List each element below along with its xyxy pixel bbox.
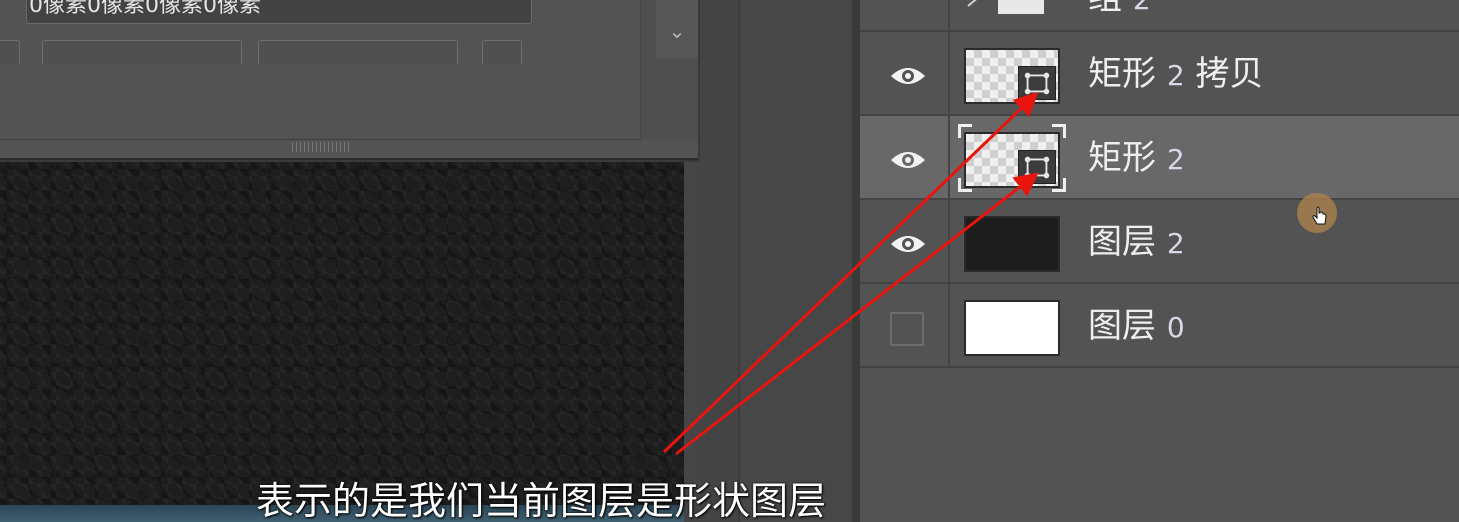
- eye-icon[interactable]: [890, 234, 926, 254]
- layer-name-suffix: 拷贝: [1195, 54, 1264, 94]
- layer-name-text: 图层: [1088, 306, 1156, 346]
- group-expand-chevron-icon[interactable]: [966, 0, 986, 8]
- corner-radius-field[interactable]: 0像素0像素0像素0像素: [26, 0, 532, 24]
- workspace-gap: [700, 0, 738, 522]
- layer-name[interactable]: 组 2: [1088, 0, 1151, 20]
- shape-layer-icon: [1018, 66, 1056, 100]
- layer-row[interactable]: 矩形 2 拷贝: [860, 32, 1459, 116]
- visibility-column[interactable]: [860, 32, 950, 114]
- layer-name-text: 图层: [1088, 222, 1156, 262]
- layer-name-text: 矩形: [1088, 138, 1156, 178]
- layer-thumbnail[interactable]: [964, 48, 1060, 104]
- layer-number: 2: [1166, 227, 1185, 260]
- property-input-1[interactable]: [42, 40, 242, 64]
- panel-resize-grip[interactable]: [292, 142, 352, 152]
- scroll-down-chevron-icon[interactable]: ⌄: [656, 0, 698, 58]
- eye-icon[interactable]: [890, 66, 926, 86]
- layer-number: 2: [1133, 0, 1151, 16]
- layers-empty-area[interactable]: [860, 368, 1459, 522]
- property-input-partial[interactable]: [0, 40, 20, 64]
- property-input-2[interactable]: [258, 40, 458, 64]
- visibility-toggle-off[interactable]: [890, 312, 924, 346]
- shape-layer-icon: [1018, 150, 1056, 184]
- layer-number: 0: [1166, 311, 1185, 344]
- layer-row[interactable]: 图层 0: [860, 284, 1459, 368]
- visibility-column[interactable]: [860, 0, 950, 30]
- document-canvas[interactable]: [0, 162, 684, 522]
- layer-thumbnail[interactable]: [964, 300, 1060, 356]
- layer-thumbnail[interactable]: [964, 132, 1060, 188]
- selection-bracket: [1052, 124, 1066, 138]
- layer-name[interactable]: 矩形 2: [1088, 138, 1185, 180]
- eye-icon[interactable]: [890, 150, 926, 170]
- eye-icon[interactable]: [890, 0, 926, 2]
- layer-name[interactable]: 图层 0: [1088, 306, 1185, 348]
- layer-row[interactable]: 组 2: [860, 0, 1459, 32]
- visibility-column[interactable]: [860, 200, 950, 282]
- selection-bracket: [1052, 178, 1066, 192]
- layer-name[interactable]: 图层 2: [1088, 222, 1185, 264]
- visibility-column[interactable]: [860, 284, 950, 366]
- layer-name-text: 组: [1088, 0, 1122, 18]
- visibility-column[interactable]: [860, 116, 950, 198]
- layer-row-selected[interactable]: 矩形 2: [860, 116, 1459, 200]
- properties-content: 0像素0像素0像素0像素: [0, 0, 640, 140]
- selection-bracket: [958, 178, 972, 192]
- layer-name-text: 矩形: [1088, 54, 1156, 94]
- layer-row[interactable]: 图层 2: [860, 200, 1459, 284]
- canvas-scrollbar[interactable]: [684, 162, 700, 522]
- folder-icon: [998, 0, 1044, 14]
- layers-panel: 组 2 矩形 2 拷贝: [858, 0, 1459, 522]
- layer-name[interactable]: 矩形 2 拷贝: [1088, 54, 1263, 96]
- panel-dock-column: [738, 0, 852, 522]
- hand-pointer-icon: [1312, 206, 1327, 225]
- video-subtitle: 表示的是我们当前图层是形状图层: [256, 479, 827, 522]
- layer-number: 2: [1166, 59, 1185, 92]
- layer-thumbnail[interactable]: [964, 216, 1060, 272]
- layer-number: 2: [1166, 143, 1185, 176]
- link-toggle[interactable]: [482, 40, 522, 64]
- properties-panel: 0像素0像素0像素0像素 ⌄: [0, 0, 698, 160]
- selection-bracket: [958, 124, 972, 138]
